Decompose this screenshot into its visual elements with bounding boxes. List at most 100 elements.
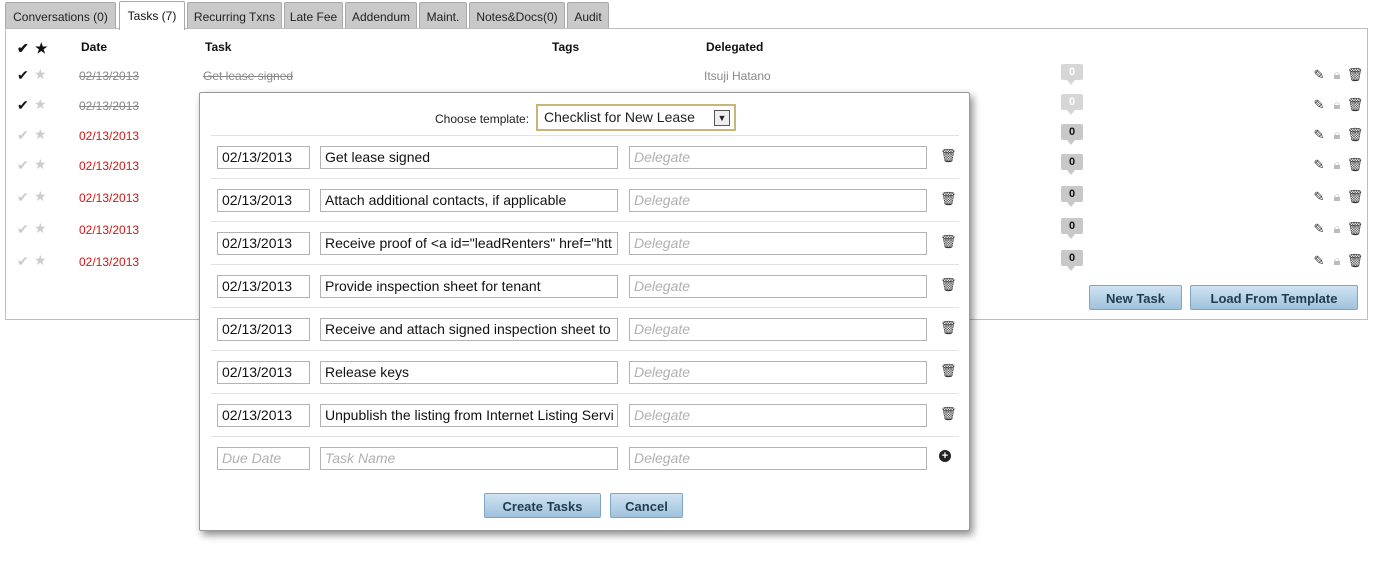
trash-icon[interactable]: 🗑︎ [1346,253,1364,269]
task-name-input[interactable]: Receive proof of <a id="leadRenters" hre… [320,232,618,255]
trash-icon[interactable]: 🗑︎ [1346,221,1364,237]
trash-icon[interactable]: 🗑︎ [940,277,957,293]
comment-count-badge[interactable]: 0 [1061,250,1083,271]
task-name-input[interactable]: Get lease signed [320,146,618,169]
edit-icon[interactable]: ✎ [1310,67,1328,83]
task-name[interactable]: Get lease signed [203,69,293,83]
comment-count-badge[interactable]: 0 [1061,64,1083,85]
lock-icon[interactable]: 🔒︎ [1328,67,1346,83]
edit-icon[interactable]: ✎ [1310,127,1328,143]
row-actions: ✎ 🔒︎ 🗑︎ [1310,97,1364,113]
template-select[interactable]: Checklist for New Lease ▼ [536,104,736,131]
header-delegated[interactable]: Delegated [706,40,763,54]
trash-icon[interactable]: 🗑︎ [940,320,957,336]
tab-audit[interactable]: Audit [567,2,609,28]
star-icon[interactable]: ★ [34,252,47,269]
check-icon[interactable]: ✔ [17,221,29,238]
trash-icon[interactable]: 🗑︎ [1346,97,1364,113]
tab-addendum[interactable]: Addendum [345,2,417,28]
new-task-row: Due Date Task Name Delegate + [211,436,959,480]
add-row-icon[interactable]: + [939,450,951,462]
star-icon[interactable]: ★ [34,66,47,83]
task-name-input[interactable]: Unpublish the listing from Internet List… [320,404,618,427]
task-name-input[interactable]: Receive and attach signed inspection she… [320,318,618,341]
delegate-input[interactable]: Delegate [629,361,927,384]
lock-icon[interactable]: 🔒︎ [1328,127,1346,143]
delegate-input[interactable]: Delegate [629,232,927,255]
chevron-down-icon[interactable]: ▼ [714,110,730,126]
due-date-input[interactable]: 02/13/2013 [217,361,310,384]
tab-maint[interactable]: Maint. [419,2,467,28]
check-icon[interactable]: ✔ [17,67,29,84]
new-task-button[interactable]: New Task [1089,285,1182,310]
delegate-input[interactable]: Delegate [629,447,927,470]
header-tags[interactable]: Tags [552,40,579,54]
delegate-input[interactable]: Delegate [629,146,927,169]
lock-icon[interactable]: 🔒︎ [1328,189,1346,205]
delegate-input[interactable]: Delegate [629,404,927,427]
trash-icon[interactable]: 🗑︎ [940,406,957,422]
load-from-template-button[interactable]: Load From Template [1190,285,1358,310]
check-icon[interactable]: ✔ [17,189,29,206]
lock-icon[interactable]: 🔒︎ [1328,157,1346,173]
star-icon[interactable]: ★ [34,96,47,113]
task-name-input[interactable]: Provide inspection sheet for tenant [320,275,618,298]
due-date-input[interactable]: 02/13/2013 [217,189,310,212]
template-task-row: 02/13/2013 Unpublish the listing from In… [211,393,959,437]
header-star-icon[interactable]: ★ [35,40,48,57]
star-icon[interactable]: ★ [34,156,47,173]
tab-recurring-txns[interactable]: Recurring Txns [187,2,282,28]
lock-icon[interactable]: 🔒︎ [1328,97,1346,113]
task-name-input[interactable]: Release keys [320,361,618,384]
trash-icon[interactable]: 🗑︎ [940,148,957,164]
tab-notes-docs[interactable]: Notes&Docs(0) [469,2,565,28]
create-tasks-button[interactable]: Create Tasks [484,493,601,518]
comment-count-badge[interactable]: 0 [1061,94,1083,115]
header-task[interactable]: Task [205,40,231,54]
header-date[interactable]: Date [81,40,107,54]
lock-icon[interactable]: 🔒︎ [1328,221,1346,237]
star-icon[interactable]: ★ [34,220,47,237]
delegate-input[interactable]: Delegate [629,189,927,212]
lock-icon[interactable]: 🔒︎ [1328,253,1346,269]
due-date-input[interactable]: 02/13/2013 [217,275,310,298]
due-date-input[interactable]: 02/13/2013 [217,232,310,255]
star-icon[interactable]: ★ [34,126,47,143]
trash-icon[interactable]: 🗑︎ [1346,189,1364,205]
template-task-row: 02/13/2013 Get lease signed Delegate 🗑︎ [211,135,959,179]
comment-count-badge[interactable]: 0 [1061,186,1083,207]
delegate-input[interactable]: Delegate [629,318,927,341]
check-icon[interactable]: ✔ [17,253,29,270]
row-actions: ✎ 🔒︎ 🗑︎ [1310,127,1364,143]
due-date-input[interactable]: Due Date [217,447,310,470]
due-date-input[interactable]: 02/13/2013 [217,404,310,427]
check-icon[interactable]: ✔ [17,157,29,174]
comment-count-badge[interactable]: 0 [1061,154,1083,175]
comment-count-badge[interactable]: 0 [1061,124,1083,145]
edit-icon[interactable]: ✎ [1310,189,1328,205]
due-date-input[interactable]: 02/13/2013 [217,318,310,341]
tab-tasks[interactable]: Tasks (7) [119,1,185,30]
trash-icon[interactable]: 🗑︎ [940,191,957,207]
cancel-button[interactable]: Cancel [610,493,683,518]
due-date-input[interactable]: 02/13/2013 [217,146,310,169]
trash-icon[interactable]: 🗑︎ [940,234,957,250]
star-icon[interactable]: ★ [34,188,47,205]
tab-conversations[interactable]: Conversations (0) [5,2,116,28]
edit-icon[interactable]: ✎ [1310,97,1328,113]
header-check-icon[interactable]: ✔ [17,40,29,57]
task-name-input[interactable]: Task Name [320,447,618,470]
edit-icon[interactable]: ✎ [1310,221,1328,237]
tab-late-fee[interactable]: Late Fee [284,2,343,28]
trash-icon[interactable]: 🗑︎ [1346,67,1364,83]
trash-icon[interactable]: 🗑︎ [940,363,957,379]
comment-count-badge[interactable]: 0 [1061,218,1083,239]
trash-icon[interactable]: 🗑︎ [1346,157,1364,173]
task-name-input[interactable]: Attach additional contacts, if applicabl… [320,189,618,212]
edit-icon[interactable]: ✎ [1310,157,1328,173]
check-icon[interactable]: ✔ [17,97,29,114]
edit-icon[interactable]: ✎ [1310,253,1328,269]
trash-icon[interactable]: 🗑︎ [1346,127,1364,143]
delegate-input[interactable]: Delegate [629,275,927,298]
check-icon[interactable]: ✔ [17,127,29,144]
